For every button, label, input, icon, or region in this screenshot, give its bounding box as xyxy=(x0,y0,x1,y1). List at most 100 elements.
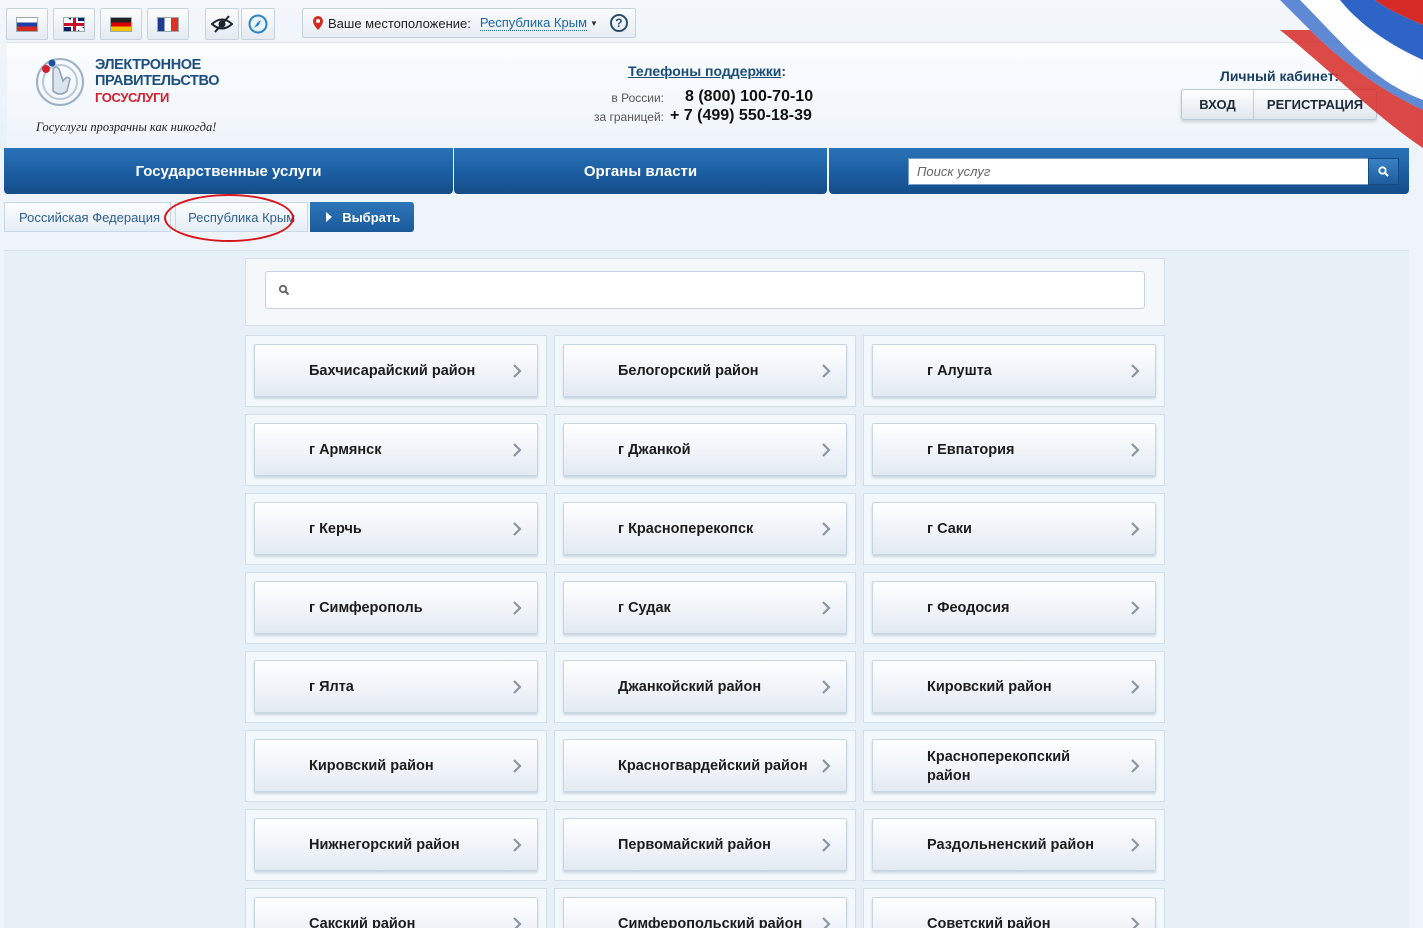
region-cell: г Саки xyxy=(863,493,1165,565)
region-item[interactable]: г Красноперекопск xyxy=(563,502,847,555)
region-item[interactable]: г Джанкой xyxy=(563,423,847,476)
region-item[interactable]: Нижнегорский район xyxy=(254,818,538,871)
chevron-right-icon xyxy=(1131,759,1140,773)
region-item[interactable]: Симферопольский район xyxy=(563,897,847,928)
chevron-right-icon xyxy=(1131,917,1140,928)
region-item-label: г Керчь xyxy=(309,521,362,537)
region-item[interactable]: Сакский район xyxy=(254,897,538,928)
location-value-link[interactable]: Республика Крым xyxy=(479,15,588,31)
lang-en-button[interactable] xyxy=(53,8,95,40)
region-item-label: Нижнегорский район xyxy=(309,837,460,853)
play-arrow-icon xyxy=(326,212,333,222)
region-cell: г Симферополь xyxy=(245,572,547,644)
region-cell: Сакский район xyxy=(245,888,547,928)
cabinet-buttons: ВХОД РЕГИСТРАЦИЯ xyxy=(1181,89,1377,120)
region-item[interactable]: Первомайский район xyxy=(563,818,847,871)
chevron-right-icon xyxy=(513,917,522,928)
compass-button[interactable] xyxy=(241,8,275,40)
region-item[interactable]: г Алушта xyxy=(872,344,1156,397)
region-cell: г Евпатория xyxy=(863,414,1165,486)
region-item-label: г Саки xyxy=(927,521,972,537)
logo-line-2: ПРАВИТЕЛЬСТВО xyxy=(95,73,220,89)
chevron-right-icon xyxy=(822,443,831,457)
region-filter-input[interactable] xyxy=(265,271,1145,309)
choose-button[interactable]: Выбрать xyxy=(310,202,415,232)
region-cell: г Джанкой xyxy=(554,414,856,486)
support-title: Телефоны поддержки: xyxy=(628,63,786,79)
region-cell: г Ялта xyxy=(245,651,547,723)
help-icon[interactable]: ? xyxy=(609,14,628,32)
region-item[interactable]: г Саки xyxy=(872,502,1156,555)
region-item[interactable]: Красноперекопский район xyxy=(872,739,1156,792)
search-icon xyxy=(278,284,290,296)
location-label: Ваше местоположение: xyxy=(328,15,471,31)
region-item[interactable]: г Ялта xyxy=(254,660,538,713)
region-item[interactable]: г Феодосия xyxy=(872,581,1156,634)
low-vision-button[interactable] xyxy=(205,8,239,40)
chevron-right-icon xyxy=(1131,364,1140,378)
region-cell: Советский район xyxy=(863,888,1165,928)
search-button[interactable] xyxy=(1368,158,1399,185)
cabinet-title: Личный кабинет: xyxy=(1220,68,1340,84)
region-item[interactable]: Раздольненский район xyxy=(872,818,1156,871)
location-selector: Ваше местоположение: Республика Крым ▼ ? xyxy=(302,8,636,38)
region-cell: г Алушта xyxy=(863,335,1165,407)
region-item[interactable]: Красногвардейский район xyxy=(563,739,847,792)
service-search-input[interactable]: Поиск услуг xyxy=(908,158,1382,185)
phone-russia-label: в России: xyxy=(611,91,664,105)
lang-fr-button[interactable] xyxy=(147,8,189,40)
chevron-right-icon xyxy=(513,443,522,457)
region-item-label: Красноперекопский район xyxy=(927,748,1071,784)
logo-line-3: ГОСУСЛУГИ xyxy=(95,90,170,105)
region-item[interactable]: Кировский район xyxy=(872,660,1156,713)
region-item-label: г Джанкой xyxy=(618,442,691,458)
flag-germany-icon xyxy=(110,16,132,32)
region-item[interactable]: г Судак xyxy=(563,581,847,634)
chevron-right-icon xyxy=(822,364,831,378)
gosuslugi-logo-icon[interactable] xyxy=(34,55,86,107)
region-item-label: Советский район xyxy=(927,916,1051,928)
register-button[interactable]: РЕГИСТРАЦИЯ xyxy=(1254,90,1376,119)
region-cell: г Судак xyxy=(554,572,856,644)
support-title-link[interactable]: Телефоны поддержки xyxy=(628,63,781,79)
low-vision-icon xyxy=(211,15,233,33)
region-item-label: Первомайский район xyxy=(618,837,771,853)
chevron-right-icon xyxy=(1131,443,1140,457)
region-item-label: г Феодосия xyxy=(927,600,1010,616)
region-item-label: г Ялта xyxy=(309,679,354,695)
chevron-right-icon xyxy=(513,601,522,615)
tab-authorities[interactable]: Органы власти xyxy=(454,148,827,194)
region-item[interactable]: г Евпатория xyxy=(872,423,1156,476)
region-item-label: Кировский район xyxy=(309,758,434,774)
tab-state-services[interactable]: Государственные услуги xyxy=(4,148,453,194)
lang-de-button[interactable] xyxy=(100,8,142,40)
main-nav: Государственные услуги Органы власти Пои… xyxy=(4,148,1409,194)
region-item-label: Белогорский район xyxy=(618,363,759,379)
region-item[interactable]: Кировский район xyxy=(254,739,538,792)
region-item[interactable]: Советский район xyxy=(872,897,1156,928)
region-item[interactable]: Джанкойский район xyxy=(563,660,847,713)
region-item[interactable]: г Армянск xyxy=(254,423,538,476)
chevron-right-icon xyxy=(822,759,831,773)
lang-ru-button[interactable] xyxy=(6,8,48,40)
login-button[interactable]: ВХОД xyxy=(1182,90,1254,119)
region-item-label: Красногвардейский район xyxy=(618,758,808,774)
region-cell: Бахчисарайский район xyxy=(245,335,547,407)
slogan: Госуслуги прозрачны как никогда! xyxy=(36,120,217,134)
region-item[interactable]: г Керчь xyxy=(254,502,538,555)
chevron-right-icon xyxy=(822,917,831,928)
chevron-right-icon xyxy=(822,601,831,615)
region-item-label: Бахчисарайский район xyxy=(309,363,476,379)
chevron-right-icon xyxy=(1131,601,1140,615)
chevron-right-icon xyxy=(1131,680,1140,694)
region-cell: Первомайский район xyxy=(554,809,856,881)
region-item-label: Сакский район xyxy=(309,916,416,928)
region-item-label: г Армянск xyxy=(309,442,382,458)
region-item[interactable]: Белогорский район xyxy=(563,344,847,397)
region-cell: г Армянск xyxy=(245,414,547,486)
breadcrumb-russia[interactable]: Российская Федерация xyxy=(4,202,172,232)
region-cell: г Феодосия xyxy=(863,572,1165,644)
region-item[interactable]: г Симферополь xyxy=(254,581,538,634)
region-item[interactable]: Бахчисарайский район xyxy=(254,344,538,397)
support-title-colon: : xyxy=(781,63,787,79)
